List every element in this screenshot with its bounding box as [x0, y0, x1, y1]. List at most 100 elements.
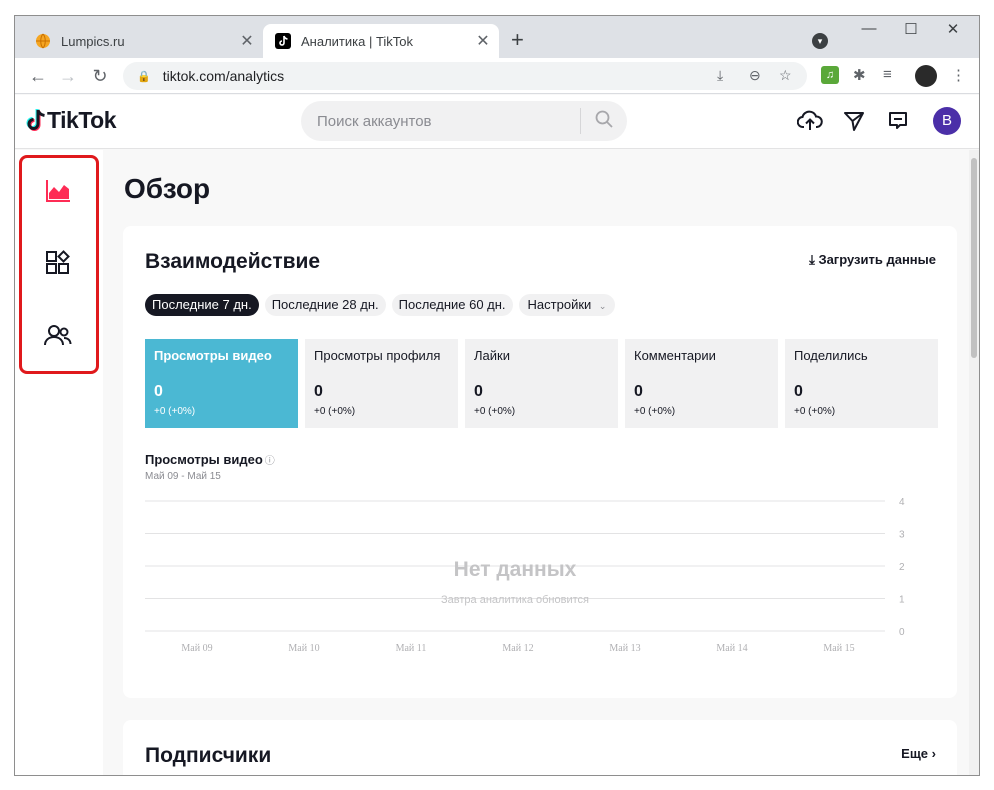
- tab-title: Lumpics.ru: [61, 33, 125, 49]
- metric-shares[interactable]: Поделились 0 +0 (+0%): [785, 339, 938, 428]
- metric-profile-views[interactable]: Просмотры профиля 0 +0 (+0%): [305, 339, 458, 428]
- metric-change: +0 (+0%): [154, 406, 196, 417]
- orange-globe-icon: [36, 33, 50, 49]
- tab-strip: Lumpics.ru ✕ Аналитика | TikTok ✕ + ▾ — …: [15, 16, 979, 58]
- metric-value: 0: [634, 383, 643, 400]
- y-tick-label: 4: [899, 497, 905, 508]
- more-label: Еще: [901, 746, 929, 761]
- close-tab-icon[interactable]: ✕: [471, 31, 495, 51]
- back-arrow-icon[interactable]: ←: [27, 65, 49, 87]
- account-search-bar[interactable]: Поиск аккаунтов: [301, 101, 627, 141]
- metric-label: Поделились: [794, 348, 868, 363]
- nav-overview[interactable]: [42, 175, 74, 207]
- scrollbar-thumb[interactable]: [971, 158, 977, 358]
- metric-label: Комментарии: [634, 348, 716, 363]
- zoom-icon[interactable]: ⊖: [749, 67, 761, 84]
- tab-title: Аналитика | TikTok: [301, 33, 414, 49]
- metric-change: +0 (+0%): [794, 406, 836, 417]
- download-data-button[interactable]: ⤓ Загрузить данные: [809, 252, 936, 268]
- metric-likes[interactable]: Лайки 0 +0 (+0%): [465, 339, 618, 428]
- no-data-subtitle: Завтра аналитика обновится: [441, 594, 589, 606]
- page-title: Обзор: [124, 173, 211, 204]
- menu-kebab-icon[interactable]: ⋮: [951, 66, 966, 84]
- followers-card: Подписчики Еще ›: [123, 720, 957, 775]
- y-tick-label: 2: [899, 562, 905, 573]
- upload-cloud-icon[interactable]: [796, 110, 823, 136]
- tab-tiktok-analytics[interactable]: Аналитика | TikTok ✕: [263, 24, 499, 58]
- messages-icon[interactable]: [885, 110, 911, 136]
- inbox-send-icon[interactable]: [841, 110, 867, 136]
- chart-svg: 4 3 2 1 0 Май 09 Май 10 Май 11 Май 12 Май 13 Май 1…: [145, 497, 905, 654]
- filter-28-days[interactable]: Последние 28 дн.: [264, 294, 386, 316]
- metric-change: +0 (+0%): [314, 406, 356, 417]
- bookmark-star-icon[interactable]: ☆: [779, 67, 792, 84]
- chevron-right-icon: ›: [931, 746, 936, 761]
- tiktok-header: TikTok Поиск аккаунтов B: [15, 95, 979, 149]
- close-tab-icon[interactable]: ✕: [235, 31, 259, 51]
- lock-icon: 🔒: [137, 70, 151, 83]
- settings-label: Настройки: [527, 297, 592, 312]
- x-tick-label: Май 13: [609, 643, 640, 654]
- x-tick-label: Май 10: [288, 643, 319, 654]
- browser-toolbar: ← → ↻ 🔒 tiktok.com/analytics ⤓ ⊖ ☆ ♫ ✱ ≡…: [15, 58, 979, 94]
- content-grid-icon: [46, 250, 70, 274]
- area-chart-icon: [46, 180, 70, 202]
- nav-content[interactable]: [42, 247, 74, 279]
- new-tab-button[interactable]: +: [511, 29, 524, 51]
- address-bar[interactable]: 🔒 tiktok.com/analytics ⤓ ⊖ ☆: [123, 62, 807, 90]
- date-filters: Последние 7 дн. Последние 28 дн. Последн…: [145, 294, 616, 316]
- analytics-sidebar: [15, 150, 103, 775]
- close-window-button[interactable]: ✕: [933, 20, 973, 38]
- profile-avatar[interactable]: [915, 65, 937, 87]
- browser-window: Lumpics.ru ✕ Аналитика | TikTok ✕ + ▾ — …: [14, 15, 980, 776]
- metric-label: Просмотры видео: [154, 348, 272, 363]
- metric-video-views[interactable]: Просмотры видео 0 +0 (+0%): [145, 339, 298, 428]
- filter-60-days[interactable]: Последние 60 дн.: [391, 294, 513, 316]
- tab-lumpics[interactable]: Lumpics.ru ✕: [23, 24, 263, 58]
- page-scrollbar[interactable]: [969, 150, 979, 775]
- followers-icon: [44, 325, 72, 346]
- followers-title: Подписчики: [145, 744, 272, 767]
- user-avatar[interactable]: B: [933, 107, 961, 135]
- music-extension-icon[interactable]: ♫: [821, 66, 839, 84]
- chart-title: Просмотры видео ⓘ: [145, 452, 275, 467]
- video-views-chart: 4 3 2 1 0 Май 09 Май 10 Май 11 Май 12 Май 13 Май 1…: [145, 496, 935, 671]
- y-tick-label: 0: [899, 627, 905, 638]
- engagement-title: Взаимодействие: [145, 250, 321, 273]
- metric-value: 0: [794, 383, 803, 400]
- maximize-button[interactable]: ☐: [891, 20, 931, 38]
- tab-search-icon[interactable]: ▾: [812, 33, 828, 49]
- metric-label: Просмотры профиля: [314, 348, 441, 363]
- x-tick-label: Май 15: [823, 643, 854, 654]
- metric-value: 0: [154, 383, 163, 400]
- settings-dropdown[interactable]: Настройки ⌄: [518, 294, 616, 316]
- chart-date-range: Май 09 - Май 15: [145, 471, 221, 482]
- search-icon[interactable]: [581, 110, 627, 133]
- metric-change: +0 (+0%): [634, 406, 676, 417]
- metric-comments[interactable]: Комментарии 0 +0 (+0%): [625, 339, 778, 428]
- logo-text: TikTok: [47, 107, 117, 133]
- chart-title-text: Просмотры видео: [145, 452, 263, 467]
- tiktok-icon: [275, 33, 291, 49]
- more-link[interactable]: Еще ›: [901, 746, 936, 761]
- search-placeholder: Поиск аккаунтов: [317, 112, 432, 130]
- metric-change: +0 (+0%): [474, 406, 516, 417]
- install-icon[interactable]: ⤓: [717, 67, 723, 84]
- forward-arrow-icon[interactable]: →: [57, 65, 79, 87]
- analytics-content: Обзор Взаимодействие ⤓ Загрузить данные …: [103, 150, 969, 775]
- metric-label: Лайки: [474, 348, 510, 363]
- reload-icon[interactable]: ↻: [89, 65, 111, 87]
- minimize-button[interactable]: —: [849, 20, 889, 37]
- info-icon[interactable]: ⓘ: [265, 456, 275, 467]
- media-control-icon[interactable]: ≡: [883, 66, 892, 83]
- filter-7-days[interactable]: Последние 7 дн.: [145, 294, 259, 316]
- download-icon: ⤓: [809, 252, 815, 267]
- x-tick-label: Май 11: [396, 643, 427, 654]
- x-tick-label: Май 14: [716, 643, 747, 654]
- nav-followers[interactable]: [42, 319, 74, 351]
- metric-value: 0: [314, 383, 323, 400]
- x-tick-label: Май 12: [502, 643, 533, 654]
- extensions-puzzle-icon[interactable]: ✱: [853, 66, 866, 84]
- chevron-down-icon: ⌄: [598, 301, 607, 311]
- tiktok-logo[interactable]: TikTok: [25, 107, 117, 134]
